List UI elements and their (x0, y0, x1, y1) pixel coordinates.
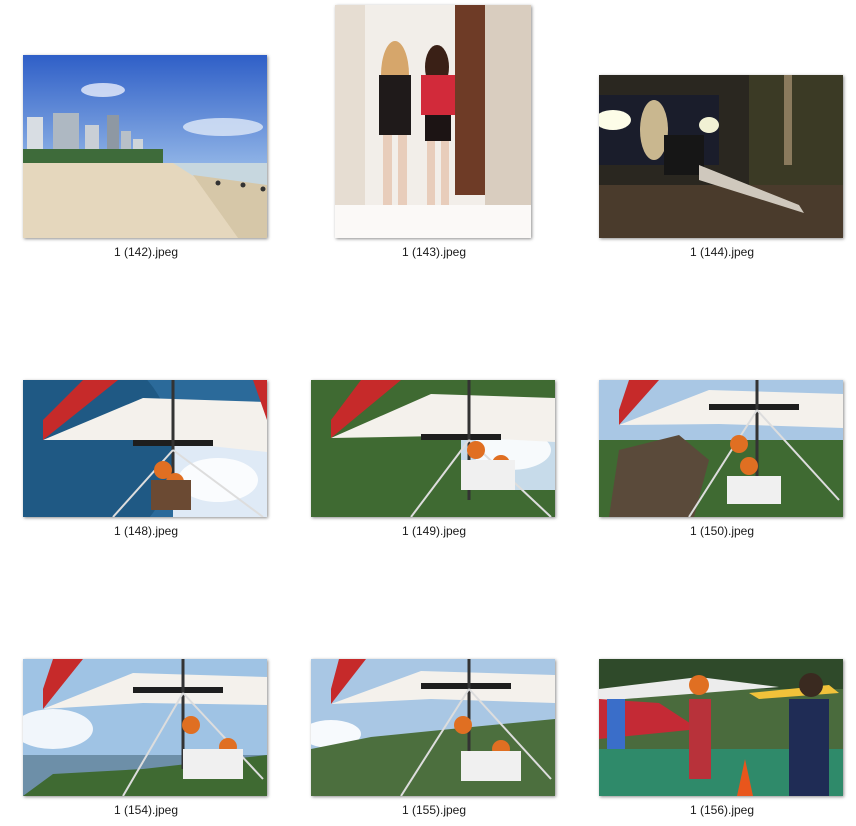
file-name: 1 (142).jpeg (113, 245, 179, 259)
image-thumbnail[interactable] (311, 380, 555, 517)
file-name: 1 (156).jpeg (689, 803, 755, 817)
file-name: 1 (150).jpeg (689, 524, 755, 538)
file-name: 1 (148).jpeg (113, 524, 179, 538)
file-name: 1 (149).jpeg (401, 524, 467, 538)
image-thumbnail[interactable] (599, 75, 843, 238)
file-name: 1 (143).jpeg (401, 245, 467, 259)
image-thumbnail[interactable] (599, 659, 843, 796)
image-thumbnail[interactable] (23, 55, 267, 238)
image-thumbnail[interactable] (311, 659, 555, 796)
image-thumbnail[interactable] (599, 380, 843, 517)
file-name: 1 (154).jpeg (113, 803, 179, 817)
image-thumbnail[interactable] (23, 380, 267, 517)
file-name: 1 (155).jpeg (401, 803, 467, 817)
image-thumbnail[interactable] (335, 5, 531, 238)
image-thumbnail[interactable] (23, 659, 267, 796)
file-name: 1 (144).jpeg (689, 245, 755, 259)
